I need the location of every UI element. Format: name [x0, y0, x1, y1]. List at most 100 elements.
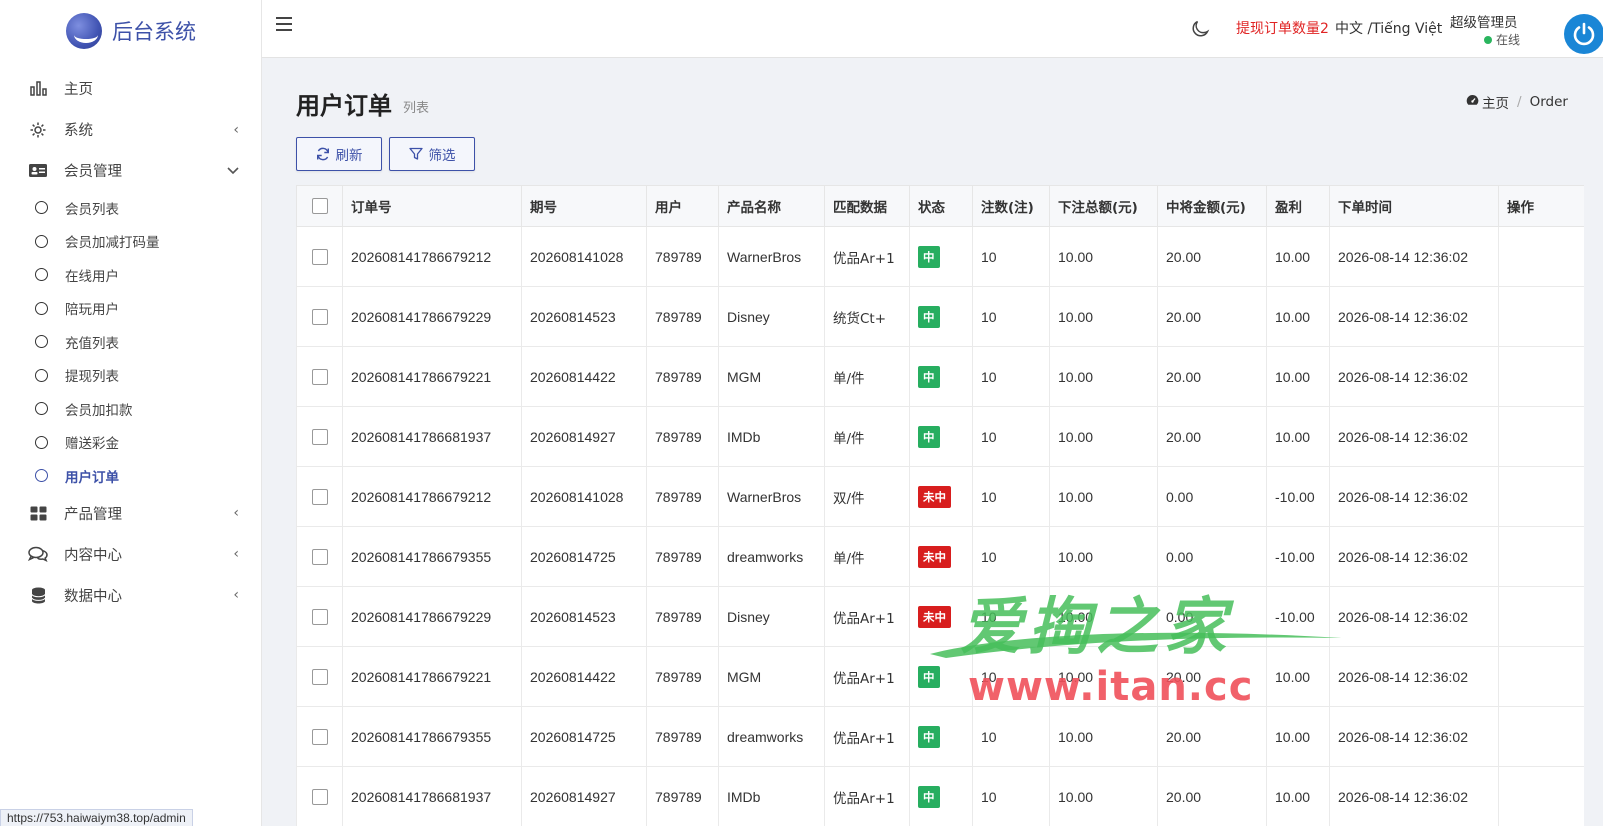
table-cell: 优品Ar+1: [824, 646, 910, 707]
column-header[interactable]: 期号: [521, 185, 647, 227]
circle-icon: [35, 402, 48, 416]
table-cell: 20260814927: [521, 406, 647, 467]
table-cell: Disney: [718, 286, 825, 347]
breadcrumb-home[interactable]: 主页: [1482, 92, 1509, 112]
table-cell: 20.00: [1157, 346, 1267, 407]
column-header[interactable]: 操作: [1498, 185, 1584, 227]
actions-cell[interactable]: [1498, 406, 1584, 467]
online-dot-icon: [1484, 35, 1492, 44]
sidebar-subitem-recharge-list[interactable]: 充值列表: [0, 325, 261, 359]
actions-cell[interactable]: [1498, 526, 1584, 587]
table-row: 202608141786679212 202608141028 789789 Warn…: [296, 466, 1584, 527]
status-badge: 未中: [918, 545, 951, 568]
table-cell: 10.00: [1049, 406, 1158, 467]
circle-icon: [35, 469, 48, 483]
user-name[interactable]: 超级管理员: [1450, 11, 1518, 31]
sidebar-item-home[interactable]: 主页: [0, 68, 261, 109]
actions-cell[interactable]: [1498, 346, 1584, 407]
sidebar-subitem-member-adjust[interactable]: 会员加扣款: [0, 392, 261, 426]
app-logo[interactable]: 后台系统: [0, 0, 261, 62]
actions-cell[interactable]: [1498, 646, 1584, 707]
select-all-checkbox[interactable]: [311, 198, 328, 214]
table-cell: 10.00: [1049, 646, 1158, 707]
sidebar-item-system[interactable]: 系统 ‹: [0, 109, 261, 150]
actions-cell[interactable]: [1498, 586, 1584, 647]
row-checkbox[interactable]: [311, 789, 328, 806]
table-cell: 0.00: [1157, 466, 1267, 527]
subitem-label: 会员列表: [65, 201, 119, 218]
status-badge: 未中: [918, 485, 951, 508]
column-header[interactable]: 状态: [909, 185, 973, 227]
row-checkbox[interactable]: [311, 489, 328, 506]
row-checkbox[interactable]: [311, 669, 328, 686]
actions-cell[interactable]: [1498, 766, 1584, 826]
table-cell: 20.00: [1157, 226, 1267, 287]
row-checkbox[interactable]: [311, 429, 328, 446]
column-header[interactable]: 匹配数据: [824, 185, 910, 227]
id-card-icon: [28, 161, 48, 181]
sidebar-item-data[interactable]: 数据中心 ‹: [0, 575, 261, 616]
sidebar-subitem-withdraw-list[interactable]: 提现列表: [0, 359, 261, 393]
column-header[interactable]: 产品名称: [718, 185, 825, 227]
row-checkbox[interactable]: [311, 729, 328, 746]
filter-button[interactable]: 筛选: [389, 137, 475, 171]
column-header[interactable]: 下单时间: [1329, 185, 1499, 227]
sidebar-item-members[interactable]: 会员管理: [0, 150, 261, 191]
refresh-button[interactable]: 刷新: [296, 137, 382, 171]
table-row: 202608141786679229 20260814523 789789 Disne…: [296, 286, 1584, 347]
table-cell: 2026-08-14 12:36:02: [1329, 286, 1499, 347]
table-cell: 10.00: [1266, 646, 1330, 707]
sidebar-subitem-user-orders[interactable]: 用户订单: [0, 459, 261, 493]
table-cell: dreamworks: [718, 526, 825, 587]
row-checkbox[interactable]: [311, 309, 328, 326]
row-checkbox[interactable]: [311, 369, 328, 386]
table-cell: 单/件: [824, 346, 910, 407]
table-cell: WarnerBros: [718, 226, 825, 287]
sidebar-subitem-online-users[interactable]: 在线用户: [0, 258, 261, 292]
sidebar-item-products[interactable]: 产品管理 ‹: [0, 493, 261, 534]
sidebar-item-label: 数据中心: [64, 588, 122, 605]
language-switcher[interactable]: 中文 /Tiếng Việt: [1335, 18, 1442, 38]
actions-cell[interactable]: [1498, 466, 1584, 527]
actions-cell[interactable]: [1498, 286, 1584, 347]
status-badge: 未中: [918, 605, 951, 628]
actions-cell[interactable]: [1498, 226, 1584, 287]
table-cell: 2026-08-14 12:36:02: [1329, 706, 1499, 767]
table-cell: 20.00: [1157, 646, 1267, 707]
circle-icon: [35, 301, 48, 315]
sidebar-subitem-bet-volume[interactable]: 会员加减打码量: [0, 225, 261, 259]
column-header[interactable]: 订单号: [342, 185, 522, 227]
row-checkbox[interactable]: [311, 549, 328, 566]
table-row: 202608141786679229 20260814523 789789 Disne…: [296, 586, 1584, 647]
dashboard-icon: [1466, 94, 1479, 110]
table-row: 202608141786679212 202608141028 789789 Warn…: [296, 226, 1584, 287]
sidebar-subitem-companion-users[interactable]: 陪玩用户: [0, 292, 261, 326]
table-cell: WarnerBros: [718, 466, 825, 527]
table-cell: 10.00: [1049, 286, 1158, 347]
column-header[interactable]: 盈利: [1266, 185, 1330, 227]
table-cell: 10.00: [1266, 286, 1330, 347]
members-submenu: 会员列表 会员加减打码量 在线用户 陪玩用户 充值列表 提现列表 会员加扣款 赠…: [0, 191, 261, 493]
row-checkbox[interactable]: [311, 609, 328, 626]
sidebar-subitem-member-list[interactable]: 会员列表: [0, 191, 261, 225]
refresh-icon: [316, 147, 329, 161]
actions-cell[interactable]: [1498, 706, 1584, 767]
column-header[interactable]: 注数(注): [972, 185, 1050, 227]
table-cell: 20260814523: [521, 586, 647, 647]
column-header[interactable]: 中将金额(元): [1157, 185, 1267, 227]
table-row: 202608141786679355 20260814725 789789 dream…: [296, 706, 1584, 767]
column-header[interactable]: 用户: [646, 185, 719, 227]
dark-mode-toggle-icon[interactable]: [1190, 19, 1210, 39]
withdraw-order-notice[interactable]: 提现订单数量2: [1236, 18, 1329, 38]
row-checkbox[interactable]: [311, 249, 328, 266]
orders-table-body: 202608141786679212 202608141028 789789 Warn…: [296, 226, 1584, 826]
menu-toggle-icon[interactable]: [276, 17, 292, 31]
sidebar-subitem-bonus-gift[interactable]: 赠送彩金: [0, 426, 261, 460]
table-cell: -10.00: [1266, 586, 1330, 647]
avatar[interactable]: [1564, 14, 1603, 54]
sidebar-item-content[interactable]: 内容中心 ‹: [0, 534, 261, 575]
column-header[interactable]: 下注总额(元): [1049, 185, 1158, 227]
status-badge: 中: [918, 365, 940, 388]
subitem-label: 提现列表: [65, 369, 119, 386]
top-header: 提现订单数量2 中文 /Tiếng Việt 超级管理员 在线: [262, 0, 1603, 58]
